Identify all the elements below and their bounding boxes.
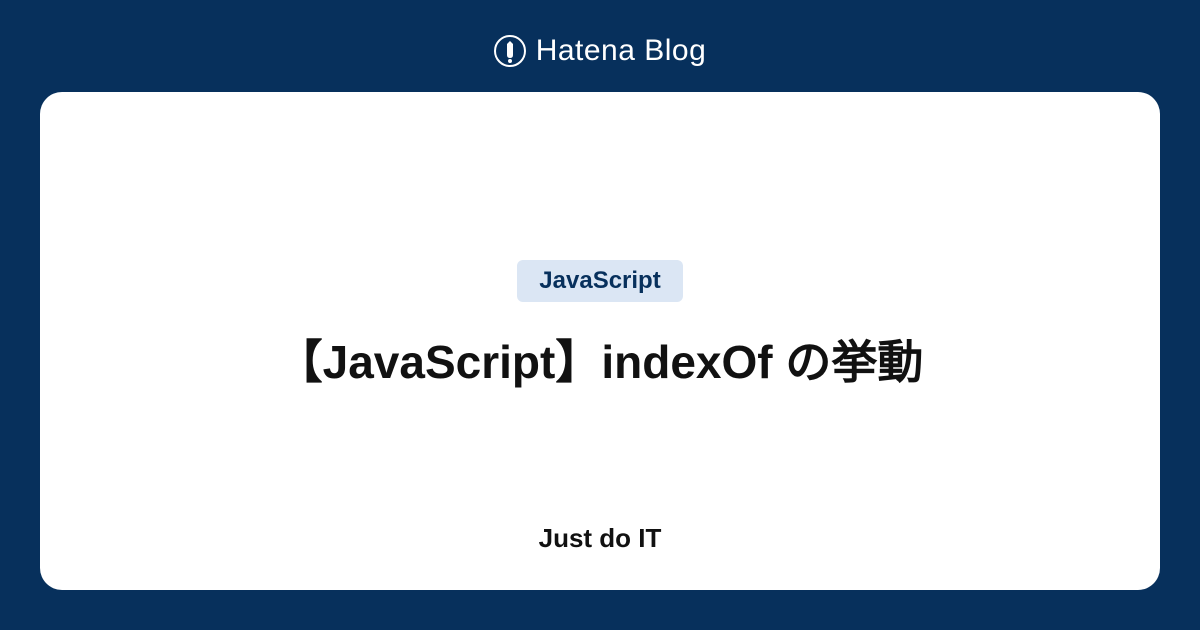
blog-name: Just do IT [539, 523, 662, 554]
article-title: 【JavaScript】indexOf の挙動 [277, 330, 924, 394]
card-content: JavaScript 【JavaScript】indexOf の挙動 [277, 132, 924, 523]
brand-header: Hatena Blog [494, 20, 707, 92]
article-card: JavaScript 【JavaScript】indexOf の挙動 Just … [40, 92, 1160, 590]
category-tag: JavaScript [517, 260, 682, 302]
brand-name: Hatena Blog [536, 34, 707, 68]
hatena-logo-icon [494, 35, 526, 67]
